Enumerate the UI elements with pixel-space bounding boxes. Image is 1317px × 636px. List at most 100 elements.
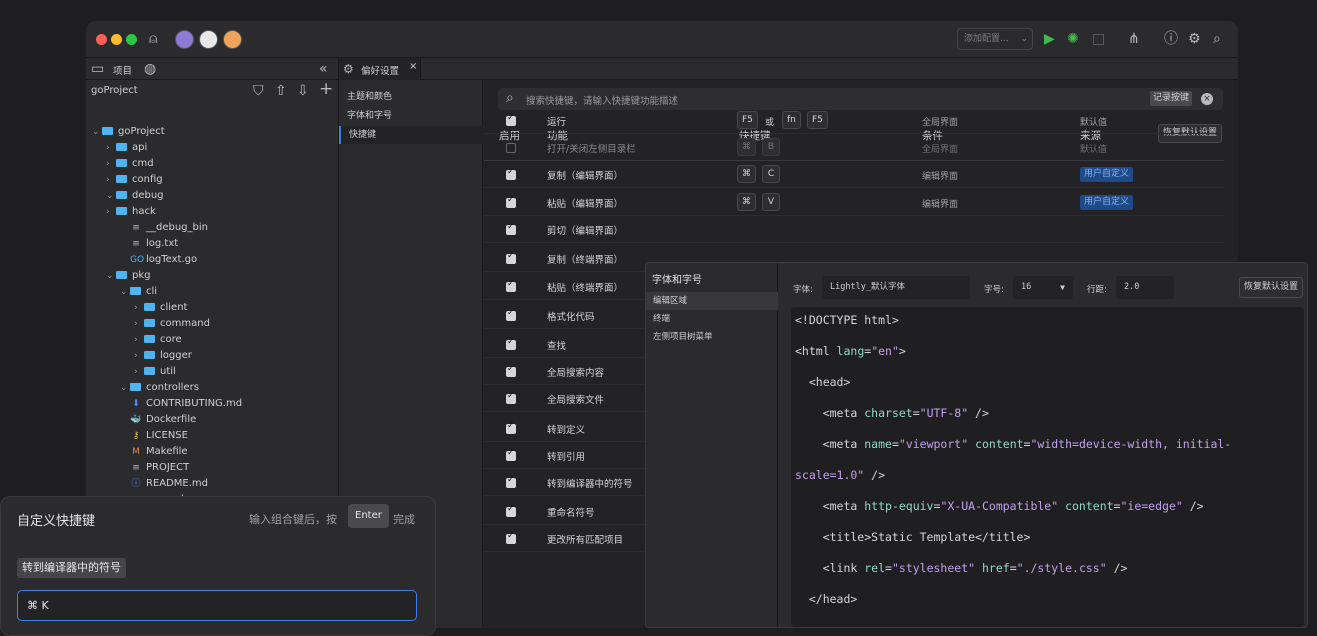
config-select[interactable]: 添加配置... ⌄ xyxy=(957,28,1033,50)
font-nav-item[interactable]: 编辑区域 xyxy=(646,292,778,310)
share-icon[interactable]: ⋔ xyxy=(1128,31,1140,47)
chevron-right-icon[interactable]: › xyxy=(134,348,144,364)
tree-item[interactable]: M Makefile xyxy=(86,444,187,460)
tree-item[interactable]: ⬇ CONTRIBUTING.md xyxy=(86,396,242,412)
avatar[interactable] xyxy=(175,30,194,49)
chevron-right-icon[interactable]: › xyxy=(106,140,116,156)
enable-checkbox[interactable] xyxy=(506,279,516,292)
enable-checkbox[interactable] xyxy=(506,448,516,461)
chevron-right-icon[interactable]: › xyxy=(134,300,144,316)
clear-icon[interactable]: × xyxy=(1201,93,1213,105)
tree-item[interactable]: GO logText.go xyxy=(86,252,197,268)
record-keys-button[interactable]: 记录按键 xyxy=(1150,91,1193,106)
gear-icon[interactable]: ⚙ xyxy=(1188,31,1201,47)
filter-icon[interactable]: ⛉ xyxy=(253,83,264,99)
tab-preferences[interactable]: ⚙ 偏好设置 × xyxy=(339,58,421,80)
font-nav-item[interactable]: 左侧项目树菜单 xyxy=(646,328,778,346)
enable-checkbox[interactable] xyxy=(506,475,516,488)
tab-project[interactable]: 项目 xyxy=(113,63,132,77)
text-file-icon: ≡ xyxy=(132,223,140,233)
key-cap: ⌘ xyxy=(737,193,756,211)
tree-item[interactable]: ⌄ debug xyxy=(86,188,164,204)
font-family-select[interactable]: Lightly_默认字体 xyxy=(822,276,970,299)
enable-checkbox[interactable] xyxy=(506,364,516,377)
tree-item[interactable]: › client xyxy=(86,300,187,316)
tree-item[interactable]: › command xyxy=(86,316,210,332)
maximize-window-button[interactable] xyxy=(126,34,137,45)
help-icon[interactable]: ⓘ xyxy=(1164,31,1178,47)
chevron-right-icon[interactable]: › xyxy=(106,172,116,188)
avatar[interactable] xyxy=(223,30,242,49)
reset-font-button[interactable]: 恢复默认设置 xyxy=(1239,277,1304,298)
enable-checkbox[interactable] xyxy=(506,251,516,264)
chevron-right-icon[interactable]: › xyxy=(134,364,144,380)
chevron-down-icon[interactable]: ⌄ xyxy=(106,188,116,204)
font-size-select[interactable]: 16 ▼ xyxy=(1013,276,1073,299)
chevron-right-icon[interactable]: › xyxy=(134,316,144,332)
search-input[interactable]: 搜索快捷键，请输入快捷键功能描述 xyxy=(526,93,678,107)
globe-icon[interactable]: ◍ xyxy=(144,61,156,77)
code-token: lang xyxy=(836,344,865,358)
enable-checkbox[interactable] xyxy=(506,113,516,126)
download-icon[interactable]: ⇩ xyxy=(297,83,309,99)
enable-checkbox[interactable] xyxy=(506,308,516,321)
add-icon[interactable]: + xyxy=(319,81,333,98)
debug-icon[interactable]: ✺ xyxy=(1067,31,1079,47)
close-tab-icon[interactable]: × xyxy=(409,61,417,72)
upload-icon[interactable]: ⇧ xyxy=(275,83,287,99)
enable-checkbox[interactable] xyxy=(506,195,516,208)
folder-icon xyxy=(130,287,141,295)
chevron-down-icon[interactable]: ⌄ xyxy=(92,124,102,140)
collapse-sidebar-icon[interactable]: « xyxy=(319,61,328,77)
tree-item[interactable]: ≡ __debug_bin xyxy=(86,220,208,236)
tree-item[interactable]: ⌄ pkg xyxy=(86,268,151,284)
folder-icon[interactable]: ▭ xyxy=(91,61,104,77)
shortcut-input[interactable]: ⌘ K xyxy=(17,590,417,621)
tree-item[interactable]: › api xyxy=(86,140,147,156)
enable-checkbox[interactable] xyxy=(506,167,516,180)
minimize-window-button[interactable] xyxy=(111,34,122,45)
chevron-right-icon[interactable]: › xyxy=(134,332,144,348)
enable-checkbox[interactable] xyxy=(506,504,516,517)
tree-item[interactable]: ≡ PROJECT xyxy=(86,460,189,476)
tree-item[interactable]: › util xyxy=(86,364,176,380)
settings-nav-item[interactable]: 字体和字号 xyxy=(339,107,483,125)
chevron-down-icon[interactable]: ⌄ xyxy=(106,268,116,284)
stop-icon[interactable]: □ xyxy=(1092,31,1105,47)
enable-checkbox[interactable] xyxy=(506,222,516,235)
tree-item[interactable]: ⌄ controllers xyxy=(86,380,199,396)
font-nav-item[interactable]: 终端 xyxy=(646,310,778,328)
line-height-input[interactable]: 2.0 xyxy=(1116,276,1174,299)
tree-item[interactable]: › config xyxy=(86,172,163,188)
enable-checkbox[interactable] xyxy=(506,143,516,153)
chevron-down-icon[interactable]: ⌄ xyxy=(120,380,130,396)
folder-icon xyxy=(116,191,127,199)
tree-item[interactable]: › hack xyxy=(86,204,156,220)
tree-item[interactable]: ⌄ cli xyxy=(86,284,157,300)
tree-item[interactable]: ⌄ goProject xyxy=(86,124,165,140)
settings-nav-item[interactable]: 主题和颜色 xyxy=(339,88,483,106)
tree-item[interactable]: › logger xyxy=(86,348,192,364)
enable-checkbox[interactable] xyxy=(506,421,516,434)
enable-checkbox[interactable] xyxy=(506,391,516,404)
chevron-down-icon[interactable]: ⌄ xyxy=(120,284,130,300)
chevron-right-icon[interactable]: › xyxy=(106,204,116,220)
add-user-icon[interactable]: ⍝ xyxy=(149,31,157,47)
tree-item[interactable]: ≡ log.txt xyxy=(86,236,178,252)
function-label: 查找 xyxy=(547,341,567,352)
enable-checkbox[interactable] xyxy=(506,337,516,350)
function-label: 更改所有匹配项目 xyxy=(547,535,624,546)
tree-item[interactable]: ⓘ README.md xyxy=(86,476,208,492)
tree-item[interactable]: 🐳 Dockerfile xyxy=(86,412,196,428)
tree-item[interactable]: › cmd xyxy=(86,156,154,172)
tree-item-label: cli xyxy=(146,286,158,297)
run-icon[interactable]: ▶ xyxy=(1044,31,1055,47)
tree-item[interactable]: › core xyxy=(86,332,182,348)
chevron-right-icon[interactable]: › xyxy=(106,156,116,172)
settings-nav-item[interactable]: 快捷键 xyxy=(339,126,483,144)
tree-item[interactable]: ⚷ LICENSE xyxy=(86,428,188,444)
avatar[interactable] xyxy=(199,30,218,49)
search-icon[interactable]: ⌕ xyxy=(1213,31,1221,47)
enable-checkbox[interactable] xyxy=(506,531,516,544)
close-window-button[interactable] xyxy=(96,34,107,45)
